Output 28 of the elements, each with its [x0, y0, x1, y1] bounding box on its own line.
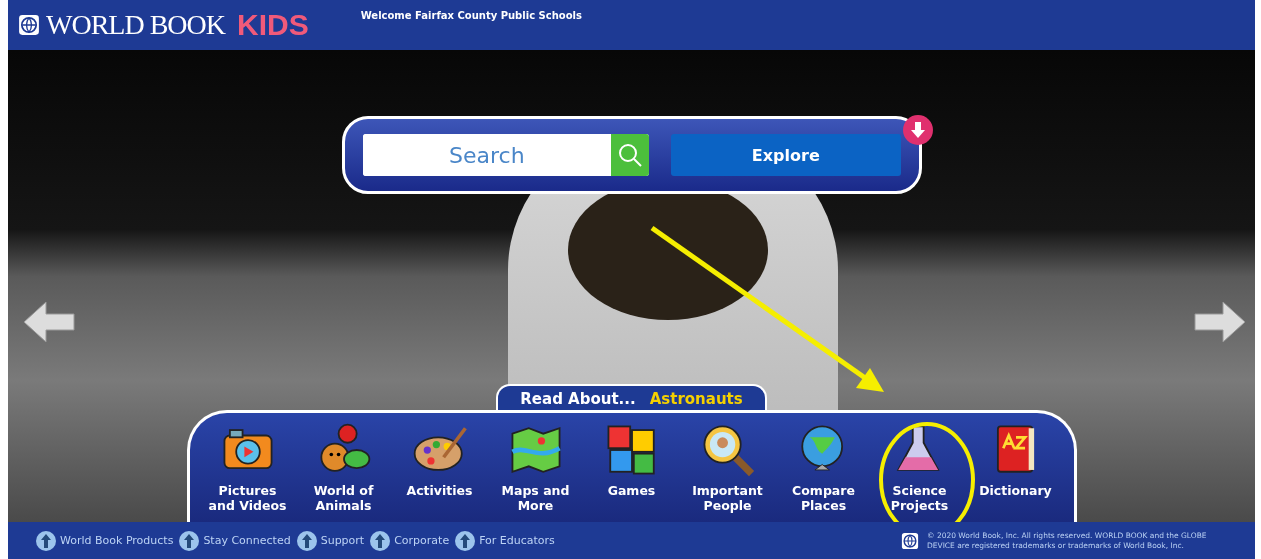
footer-link[interactable]: World Book Products	[36, 530, 174, 551]
read-about-label: Read About...	[520, 390, 636, 408]
search-button[interactable]	[611, 134, 650, 176]
category-link[interactable]: Games	[587, 421, 676, 498]
category-link[interactable]: Activities	[395, 421, 484, 498]
read-about-topic[interactable]: Astronauts	[649, 390, 743, 408]
footer-link[interactable]: Corporate	[370, 530, 450, 551]
search-field[interactable]: Search	[362, 134, 650, 176]
category-link[interactable]: Dictionary	[971, 421, 1060, 498]
footer-link[interactable]: Support	[296, 530, 365, 551]
category-link[interactable]: Science Projects	[875, 421, 964, 513]
footer-link[interactable]: Stay Connected	[179, 530, 291, 551]
globe-device-icon	[901, 531, 919, 550]
welcome-text: Welcome Fairfax County Public Schools	[360, 10, 582, 21]
category-link[interactable]: Maps and More	[491, 421, 580, 513]
globe-logo-icon	[18, 14, 40, 36]
category-link[interactable]: World of Animals	[299, 421, 388, 513]
logo-text: WORLD BOOK	[46, 9, 225, 41]
logo-kids-text: KIDS	[237, 8, 309, 42]
category-link[interactable]: Compare Places	[779, 421, 868, 513]
category-link[interactable]: Important People	[683, 421, 772, 513]
category-link[interactable]: Pictures and Videos	[203, 421, 292, 513]
search-icon	[617, 142, 644, 168]
read-about-tab[interactable]: Read About... Astronauts	[496, 384, 767, 412]
explore-button[interactable]: Explore	[671, 134, 901, 176]
footer-link[interactable]: For Educators	[455, 530, 555, 551]
down-arrow-button[interactable]	[902, 115, 933, 145]
down-arrow-icon	[909, 121, 926, 139]
